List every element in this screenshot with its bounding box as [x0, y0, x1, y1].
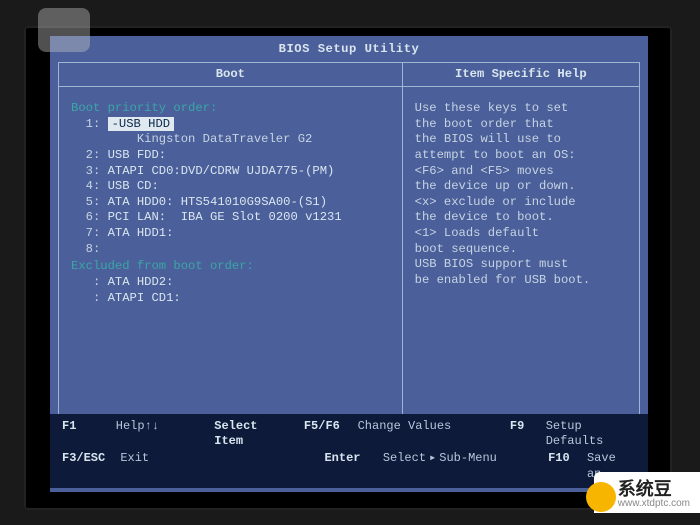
boot-item-index: 8: [86, 242, 101, 256]
watermark-top-left [38, 8, 90, 52]
help-pane-body: Use these keys to set the boot order tha… [403, 87, 639, 302]
help-line: <F6> and <F5> moves [415, 164, 627, 180]
boot-pane-header: Boot [59, 63, 402, 88]
help-line: the BIOS will use to [415, 132, 627, 148]
help-line: <x> exclude or include [415, 195, 627, 211]
help-line: boot sequence. [415, 242, 627, 258]
panes: Boot Boot priority order: 1: -USB HDD Ki… [58, 62, 640, 438]
footer-action-help: Help↑↓ [116, 419, 215, 450]
help-line: the device up or down. [415, 179, 627, 195]
boot-item-label: PCI LAN: IBA GE Slot 0200 v1231 [108, 210, 342, 224]
triangle-icon [426, 451, 439, 465]
boot-item-2[interactable]: 2: USB FDD: [71, 148, 390, 164]
excluded-item-index: : [93, 291, 100, 305]
watermark-brand: 系统豆 [618, 480, 690, 498]
boot-pane: Boot Boot priority order: 1: -USB HDD Ki… [59, 63, 403, 437]
boot-item-label: ATAPI CD0:DVD/CDRW UJDA775-(PM) [108, 164, 335, 178]
boot-item-label: -USB HDD [108, 117, 175, 131]
footer-key-f10: F10 [548, 451, 587, 482]
footer-row-2: F3/ESC Exit Enter SelectSub-Menu F10 Sav… [62, 451, 636, 482]
excluded-item-index: : [93, 275, 100, 289]
excluded-item-2[interactable]: : ATAPI CD1: [71, 291, 390, 307]
footer-action-setup-defaults: Setup Defaults [546, 419, 636, 450]
excluded-item-1[interactable]: : ATA HDD2: [71, 275, 390, 291]
footer-action-change-values: Change Values [358, 419, 510, 450]
footer-action-exit: Exit [120, 451, 227, 482]
help-line: USB BIOS support must [415, 257, 627, 273]
boot-item-label: USB FDD: [108, 148, 167, 162]
title-bar: BIOS Setup Utility [50, 36, 648, 62]
help-pane: Item Specific Help Use these keys to set… [403, 63, 639, 437]
help-line: be enabled for USB boot. [415, 273, 627, 289]
excluded-item-label: ATAPI CD1: [108, 291, 181, 305]
boot-item-8[interactable]: 8: [71, 242, 390, 258]
footer-action-select-item: Select Item [214, 419, 268, 450]
boot-item-4[interactable]: 4: USB CD: [71, 179, 390, 195]
boot-item-label: USB CD: [108, 179, 159, 193]
boot-pane-body: Boot priority order: 1: -USB HDD Kingsto… [59, 87, 402, 320]
help-line: Use these keys to set [415, 101, 627, 117]
footer-key-f3esc: F3/ESC [62, 451, 120, 482]
boot-item-7[interactable]: 7: ATA HDD1: [71, 226, 390, 242]
boot-item-index: 7: [86, 226, 101, 240]
boot-priority-label: Boot priority order: [71, 101, 390, 117]
help-line: the device to boot. [415, 210, 627, 226]
boot-item-label: ATA HDD0: HTS541010G9SA00-(S1) [108, 195, 327, 209]
spacer [227, 451, 324, 482]
spacer [268, 419, 304, 450]
boot-item-index: 5: [86, 195, 101, 209]
boot-item-index: 4: [86, 179, 101, 193]
footer-key-enter: Enter [324, 451, 382, 482]
help-line: the boot order that [415, 117, 627, 133]
boot-item-1-sub: Kingston DataTraveler G2 [71, 132, 390, 148]
boot-item-label: ATA HDD1: [108, 226, 174, 240]
footer-key-f1: F1 [62, 419, 116, 450]
bios-screen: BIOS Setup Utility Boot Boot priority or… [50, 36, 648, 492]
boot-item-3[interactable]: 3: ATAPI CD0:DVD/CDRW UJDA775-(PM) [71, 164, 390, 180]
help-line: attempt to boot an OS: [415, 148, 627, 164]
watermark-bottom-right: 系统豆 www.xtdptc.com [594, 472, 700, 513]
footer-key-f9: F9 [510, 419, 546, 450]
watermark-url: www.xtdptc.com [618, 498, 690, 509]
watermark-dot-icon [586, 482, 616, 512]
excluded-item-label: ATA HDD2: [108, 275, 174, 289]
boot-item-index: 2: [86, 148, 101, 162]
boot-item-index: 1: [86, 117, 101, 131]
boot-item-1[interactable]: 1: -USB HDD [71, 117, 390, 133]
footer-row-1: F1 Help↑↓ Select Item F5/F6 Change Value… [62, 419, 636, 450]
monitor-bezel: BIOS Setup Utility Boot Boot priority or… [24, 26, 672, 510]
help-line: <1> Loads default [415, 226, 627, 242]
help-pane-header: Item Specific Help [403, 63, 639, 88]
boot-item-index: 6: [86, 210, 101, 224]
boot-item-6[interactable]: 6: PCI LAN: IBA GE Slot 0200 v1231 [71, 210, 390, 226]
footer-action-select-submenu: SelectSub-Menu [383, 451, 548, 482]
excluded-label: Excluded from boot order: [71, 259, 390, 275]
footer-bar: F1 Help↑↓ Select Item F5/F6 Change Value… [50, 414, 648, 488]
boot-item-5[interactable]: 5: ATA HDD0: HTS541010G9SA00-(S1) [71, 195, 390, 211]
boot-item-index: 3: [86, 164, 101, 178]
footer-key-f5f6: F5/F6 [304, 419, 358, 450]
